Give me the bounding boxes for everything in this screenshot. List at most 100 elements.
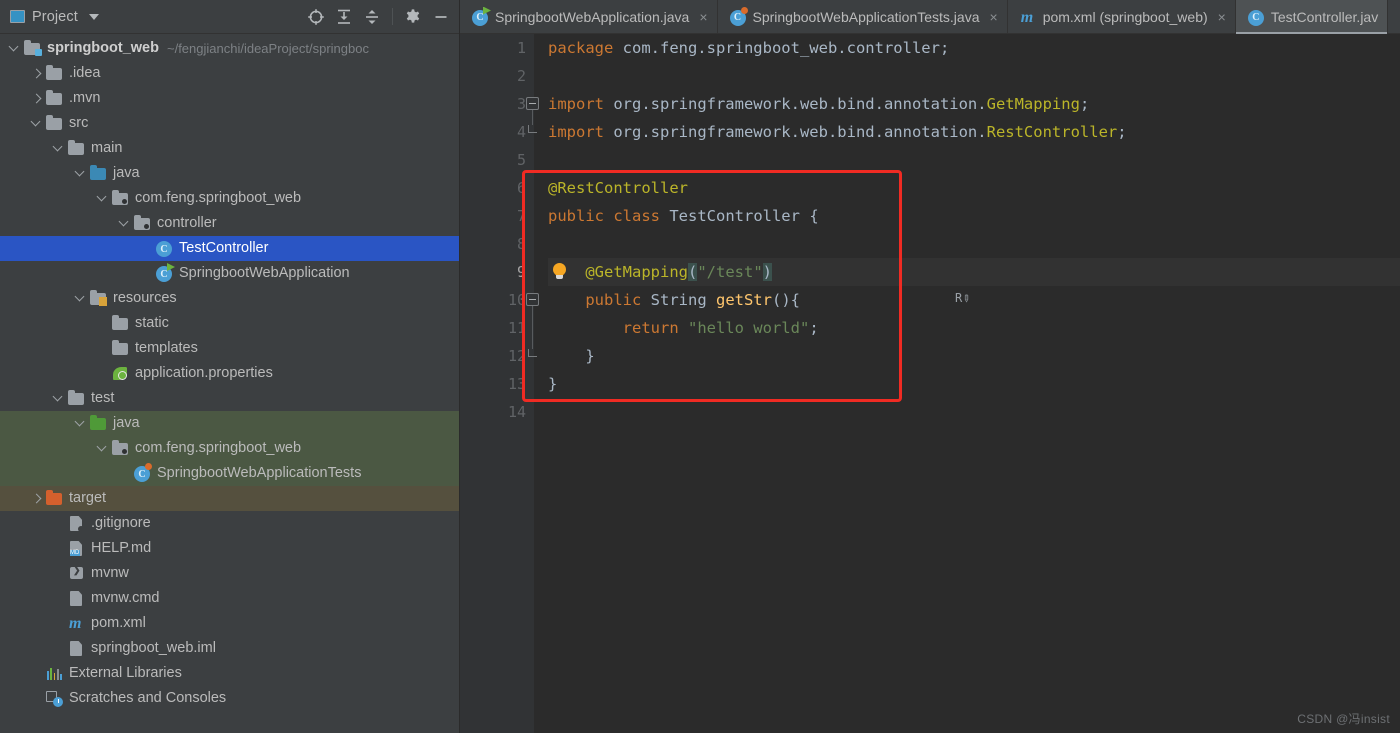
close-icon[interactable]: × — [990, 10, 998, 24]
chevron-down-icon[interactable] — [30, 117, 43, 130]
line-number-6[interactable]: 6 — [460, 174, 534, 202]
code-editor[interactable]: 1234567891011121314 package com.feng.spr… — [460, 34, 1400, 733]
code-line-5[interactable] — [548, 146, 1400, 174]
tree-node-com-feng-springboot-web[interactable]: com.feng.springboot_web — [0, 186, 460, 211]
tree-node-gitignore[interactable]: .gitignore — [0, 511, 460, 536]
intention-bulb-icon[interactable] — [552, 263, 567, 281]
chevron-down-icon[interactable] — [96, 192, 109, 205]
tree-node-controller[interactable]: controller — [0, 211, 460, 236]
editor-tab-springbootwebapplication-java[interactable]: CSpringbootWebApplication.java× — [460, 0, 718, 33]
project-tree[interactable]: springboot_web~/fengjianchi/ideaProject/… — [0, 34, 460, 733]
code-content[interactable]: package com.feng.springboot_web.controll… — [534, 34, 1400, 733]
line-number-9[interactable]: 9 — [460, 258, 534, 286]
code-line-13[interactable]: } — [548, 370, 1400, 398]
tree-node-springboot-web-iml[interactable]: springboot_web.iml — [0, 636, 460, 661]
code-line-3[interactable]: import org.springframework.web.bind.anno… — [548, 90, 1400, 118]
line-number-5[interactable]: 5 — [460, 146, 534, 174]
line-number-3[interactable]: 3 — [460, 90, 534, 118]
code-line-7[interactable]: public class TestController { — [548, 202, 1400, 230]
editor-tab-testcontroller-jav[interactable]: CTestController.jav — [1236, 0, 1388, 33]
tree-node-scratches-and-consoles[interactable]: Scratches and Consoles — [0, 686, 460, 711]
tree-node-target[interactable]: target — [0, 486, 460, 511]
tree-node-src[interactable]: src — [0, 111, 460, 136]
minimize-icon[interactable] — [428, 4, 454, 30]
fold-region-end-icon[interactable] — [528, 125, 537, 133]
tree-node-mvnw[interactable]: mvnw — [0, 561, 460, 586]
tree-node-com-feng-springboot-web[interactable]: com.feng.springboot_web — [0, 436, 460, 461]
chevron-right-icon[interactable] — [30, 492, 43, 505]
fold-collapse-icon[interactable] — [526, 293, 539, 306]
tree-spacer — [30, 667, 43, 680]
chevron-down-icon[interactable] — [118, 217, 131, 230]
chevron-down-icon[interactable] — [74, 167, 87, 180]
tree-node-label: .idea — [69, 65, 100, 82]
fold-region-end-icon[interactable] — [528, 349, 537, 357]
chevron-down-icon[interactable] — [8, 42, 21, 55]
code-line-8[interactable] — [548, 230, 1400, 258]
code-line-4[interactable]: import org.springframework.web.bind.anno… — [548, 118, 1400, 146]
line-number-4[interactable]: 4 — [460, 118, 534, 146]
tree-node-springbootwebapplication[interactable]: CSpringbootWebApplication — [0, 261, 460, 286]
tree-node-testcontroller[interactable]: CTestController — [0, 236, 460, 261]
project-title-group[interactable]: Project — [10, 9, 99, 25]
code-line-14[interactable] — [548, 398, 1400, 426]
tree-node-mvn[interactable]: .mvn — [0, 86, 460, 111]
tree-node-idea[interactable]: .idea — [0, 61, 460, 86]
tree-node-templates[interactable]: templates — [0, 336, 460, 361]
spring-class-icon: C — [156, 265, 173, 282]
line-number-1[interactable]: 1 — [460, 34, 534, 62]
line-number-8[interactable]: 8 — [460, 230, 534, 258]
tree-node-label: target — [69, 490, 106, 507]
editor-tab-springbootwebapplicationtests-java[interactable]: CSpringbootWebApplicationTests.java× — [718, 0, 1008, 33]
line-number-12[interactable]: 12 — [460, 342, 534, 370]
tree-node-java[interactable]: java — [0, 161, 460, 186]
fold-collapse-icon[interactable] — [526, 97, 539, 110]
code-line-12[interactable]: } — [548, 342, 1400, 370]
close-icon[interactable]: × — [1218, 10, 1226, 24]
chevron-down-icon[interactable] — [74, 417, 87, 430]
chevron-down-icon[interactable] — [74, 292, 87, 305]
code-token: ; — [1080, 95, 1089, 113]
line-number-7[interactable]: 7 — [460, 202, 534, 230]
tree-node-static[interactable]: static — [0, 311, 460, 336]
tree-node-external-libraries[interactable]: External Libraries — [0, 661, 460, 686]
code-line-9[interactable]: @GetMapping("/test") — [548, 258, 1400, 286]
locate-icon[interactable] — [303, 4, 329, 30]
close-icon[interactable]: × — [699, 10, 707, 24]
tree-node-springbootwebapplicationtests[interactable]: CSpringbootWebApplicationTests — [0, 461, 460, 486]
chevron-down-icon[interactable] — [89, 14, 99, 20]
tree-node-resources[interactable]: resources — [0, 286, 460, 311]
tree-node-springboot-web[interactable]: springboot_web~/fengjianchi/ideaProject/… — [0, 36, 460, 61]
tree-node-java[interactable]: java — [0, 411, 460, 436]
chevron-down-icon[interactable] — [96, 442, 109, 455]
code-line-2[interactable] — [548, 62, 1400, 90]
editor-tab-pom-xml-springboot-web[interactable]: mpom.xml (springboot_web)× — [1008, 0, 1236, 33]
tree-node-label: .mvn — [69, 90, 100, 107]
chevron-down-icon[interactable] — [52, 392, 65, 405]
chevron-right-icon[interactable] — [30, 67, 43, 80]
line-number-11[interactable]: 11 — [460, 314, 534, 342]
tree-node-pom-xml[interactable]: mpom.xml — [0, 611, 460, 636]
line-number-14[interactable]: 14 — [460, 398, 534, 426]
chevron-right-icon[interactable] — [30, 92, 43, 105]
code-line-11[interactable]: return "hello world"; — [548, 314, 1400, 342]
idea-window: Project — [0, 0, 1400, 733]
editor-gutter[interactable]: 1234567891011121314 — [460, 34, 534, 733]
chevron-down-icon[interactable] — [52, 142, 65, 155]
line-number-2[interactable]: 2 — [460, 62, 534, 90]
editor-tab-bar[interactable]: CSpringbootWebApplication.java×CSpringbo… — [460, 0, 1400, 34]
gear-icon[interactable] — [400, 4, 426, 30]
tree-node-help-md[interactable]: MDHELP.md — [0, 536, 460, 561]
tree-node-test[interactable]: test — [0, 386, 460, 411]
collapse-all-icon[interactable] — [359, 4, 385, 30]
tree-node-main[interactable]: main — [0, 136, 460, 161]
code-token: (){ — [772, 291, 800, 309]
run-endpoint-marker-icon[interactable]: R✎ — [955, 291, 977, 309]
tree-node-application-properties[interactable]: application.properties — [0, 361, 460, 386]
line-number-13[interactable]: 13 — [460, 370, 534, 398]
expand-all-icon[interactable] — [331, 4, 357, 30]
code-line-6[interactable]: @RestController — [548, 174, 1400, 202]
line-number-10[interactable]: 10 — [460, 286, 534, 314]
tree-node-mvnw-cmd[interactable]: mvnw.cmd — [0, 586, 460, 611]
code-line-1[interactable]: package com.feng.springboot_web.controll… — [548, 34, 1400, 62]
